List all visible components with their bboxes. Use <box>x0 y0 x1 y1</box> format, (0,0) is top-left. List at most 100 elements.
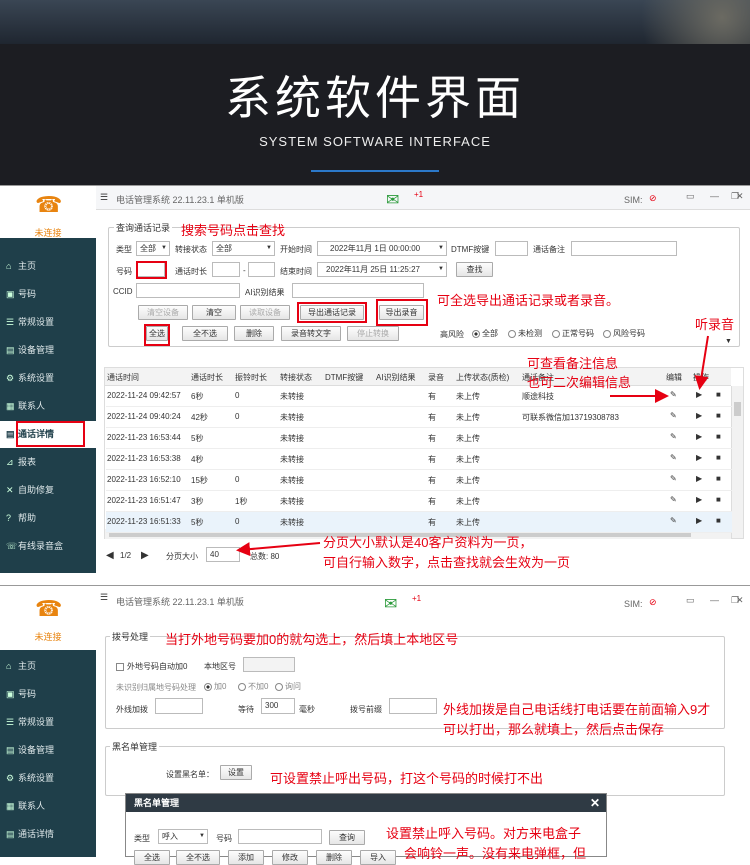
play-icon[interactable]: ▶ <box>696 411 702 420</box>
edit-icon[interactable]: ✎ <box>670 411 677 420</box>
play-icon[interactable]: ▶ <box>696 474 702 483</box>
table-row[interactable]: 2022-11-24 09:40:24 42秒 0 未转接 有 未上传 可联系微信加1371… <box>106 407 732 428</box>
table-cell: 未转接 <box>280 413 304 422</box>
blacklist-dialog: 黑名单管理 ✕ 类型 呼入 ▼ 号码 查询 全选 全不选 添加 修改 删除 导入 设… <box>125 793 607 865</box>
sim-status-icon: ⊘ <box>649 597 657 607</box>
nav-general-settings-2[interactable]: ☰ 常规设置 <box>0 709 96 736</box>
area-code-input[interactable] <box>243 657 295 672</box>
stop-icon[interactable]: ■ <box>716 432 721 441</box>
dialog-import-button[interactable]: 导入 <box>360 850 396 865</box>
table-cell: 未转接 <box>280 476 304 485</box>
table-cell: 2022-11-24 09:40:24 <box>107 412 181 421</box>
edit-icon[interactable]: ✎ <box>670 432 677 441</box>
dialog-add-button[interactable]: 添加 <box>228 850 264 865</box>
dialog-delete-button[interactable]: 删除 <box>316 850 352 865</box>
table-row[interactable]: 2022-11-23 16:51:33 5秒 0 未转接 有 未上传 ✎ ▶ ■ <box>106 512 732 533</box>
chevron-down-icon: ▼ <box>199 833 205 839</box>
annotation-zero: 当打外地号码要加0的就勾选上，然后填上本地区号 <box>165 632 459 647</box>
table-cell: 4秒 <box>191 455 204 464</box>
play-icon[interactable]: ▶ <box>696 432 702 441</box>
dial-prefix-input[interactable] <box>389 698 437 714</box>
minimize-icon[interactable]: — <box>710 595 719 605</box>
table-cell: 2022-11-24 09:42:57 <box>107 391 181 400</box>
table-cell: 0 <box>235 391 240 400</box>
unknown-area-label: 未识别归属地号码处理 <box>116 683 196 692</box>
banner-title: 系统软件界面 <box>225 71 525 125</box>
dialog-edit-button[interactable]: 修改 <box>272 850 308 865</box>
table-row[interactable]: 2022-11-23 16:53:38 4秒 未转接 有 未上传 ✎ ▶ ■ <box>106 449 732 470</box>
stop-icon[interactable]: ■ <box>716 474 721 483</box>
edit-icon[interactable]: ✎ <box>670 516 677 525</box>
contacts-icon: ▦ <box>6 801 15 811</box>
table-cell: 有 <box>428 455 436 464</box>
nav-device-management-2[interactable]: ▤ 设备管理 <box>0 737 96 764</box>
table-row[interactable]: 2022-11-23 16:52:10 15秒 0 未转接 有 未上传 ✎ ▶ ■ <box>106 470 732 491</box>
wait-label: 等待 <box>238 705 254 714</box>
table-cell: 未转接 <box>280 434 304 443</box>
table-cell: 有 <box>428 518 436 527</box>
table-row[interactable]: 2022-11-23 16:51:47 3秒 1秒 未转接 有 未上传 ✎ ▶ ■ <box>106 491 732 512</box>
auto-zero-checkbox[interactable]: 外地号码自动加0 <box>116 661 187 672</box>
dialog-type-select[interactable]: 呼入 ▼ <box>158 829 208 844</box>
radio-off-icon <box>275 682 283 691</box>
stop-icon[interactable]: ■ <box>716 453 721 462</box>
window-close-icon[interactable]: ✕ <box>736 595 744 606</box>
titlebar-2: ☰ 电话管理系统 22.11.23.1 单机版 ✉ +1 SIM: ⊘ ▭ — … <box>96 586 750 613</box>
stop-icon[interactable]: ■ <box>716 495 721 504</box>
stop-icon[interactable]: ■ <box>716 411 721 420</box>
message-badge-2: +1 <box>412 594 422 603</box>
dialog-number-label: 号码 <box>216 834 232 843</box>
banner-glow <box>610 0 750 44</box>
table-row[interactable]: 2022-11-24 09:42:57 6秒 0 未转接 有 未上传 顺途科技 ✎ ▶ ■ <box>106 386 732 407</box>
dialog-search-button[interactable]: 查询 <box>329 830 365 845</box>
table-cell: 5秒 <box>191 434 204 443</box>
dialog-close-icon[interactable]: ✕ <box>590 794 600 812</box>
nav-home-2[interactable]: ⌂ 主页 <box>0 653 96 680</box>
stop-icon[interactable]: ■ <box>716 516 721 525</box>
play-icon[interactable]: ▶ <box>696 390 702 399</box>
ms-label: 毫秒 <box>299 705 315 714</box>
skin-icon[interactable]: ▭ <box>686 595 695 606</box>
wait-input[interactable]: 300 <box>261 698 295 714</box>
nav-numbers-2[interactable]: ▣ 号码 <box>0 681 96 708</box>
play-icon[interactable]: ▶ <box>696 453 702 462</box>
edit-icon[interactable]: ✎ <box>670 453 677 462</box>
play-icon[interactable]: ▶ <box>696 516 702 525</box>
ask-radio[interactable]: 询问 <box>275 681 301 692</box>
table-cell: 有 <box>428 434 436 443</box>
dialog-title: 黑名单管理 <box>134 798 180 808</box>
table-cell: 未上传 <box>456 476 480 485</box>
table-cell: 2022-11-23 16:51:47 <box>107 496 181 505</box>
dialog-select-all-button[interactable]: 全选 <box>134 850 170 865</box>
table-cell: 2022-11-23 16:51:33 <box>107 517 181 526</box>
blacklist-group-title: 黑名单管理 <box>110 740 160 753</box>
table-cell: 未上传 <box>456 455 480 464</box>
add-zero-radio[interactable]: 加0 <box>204 681 226 692</box>
nav-contacts-2[interactable]: ▦ 联系人 <box>0 793 96 820</box>
nav-system-settings-2[interactable]: ⚙ 系统设置 <box>0 765 96 792</box>
play-icon[interactable]: ▶ <box>696 495 702 504</box>
dialog-number-input[interactable] <box>238 829 322 844</box>
edit-icon[interactable]: ✎ <box>670 495 677 504</box>
edit-icon[interactable]: ✎ <box>670 390 677 399</box>
edit-icon[interactable]: ✎ <box>670 474 677 483</box>
dialog-select-none-button[interactable]: 全不选 <box>176 850 220 865</box>
table-row[interactable]: 2022-11-23 16:53:44 5秒 未转接 有 未上传 ✎ ▶ ■ <box>106 428 732 449</box>
number-icon: ▣ <box>6 689 15 699</box>
set-blacklist-label: 设置黑名单： <box>166 770 214 779</box>
menu-icon[interactable]: ☰ <box>100 592 108 603</box>
dialog-type-label: 类型 <box>134 834 150 843</box>
app-title-2: 电话管理系统 22.11.23.1 单机版 <box>116 597 244 607</box>
outside-line-input[interactable] <box>155 698 203 714</box>
table-cell: 0 <box>235 475 240 484</box>
sim-label-2: SIM: <box>624 599 643 609</box>
no-zero-radio[interactable]: 不加0 <box>238 681 268 692</box>
message-icon[interactable]: ✉ <box>384 594 397 614</box>
nav-call-details-2[interactable]: ▤ 通话详情 <box>0 821 96 848</box>
table-cell: 5秒 <box>191 518 204 527</box>
table-cell: 0 <box>235 412 240 421</box>
table-cell: 未上传 <box>456 392 480 401</box>
stop-icon[interactable]: ■ <box>716 390 721 399</box>
table-cell: 未上传 <box>456 497 480 506</box>
set-blacklist-button[interactable]: 设置 <box>220 765 252 780</box>
